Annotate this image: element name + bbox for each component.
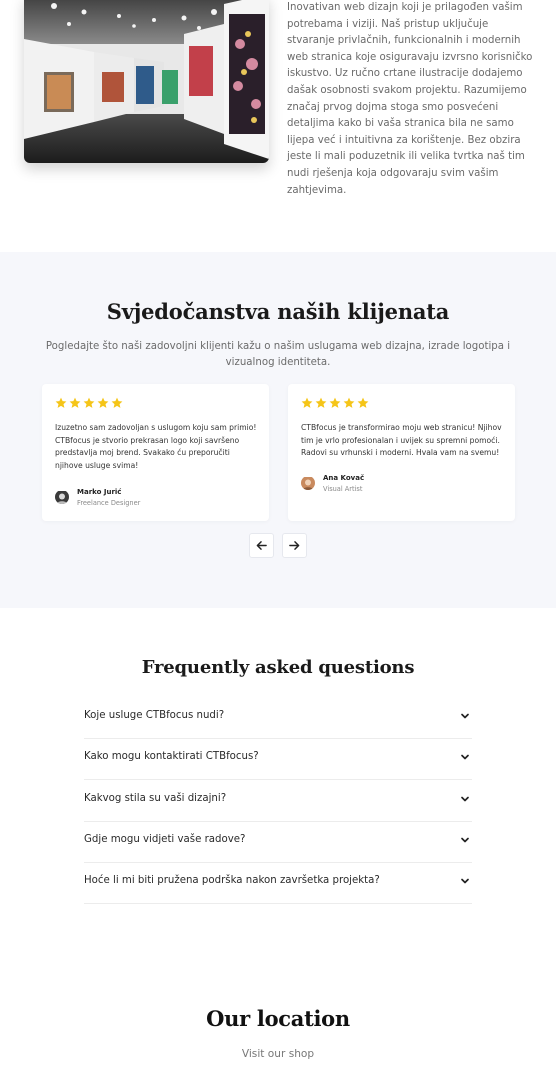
faq-item[interactable]: Koje usluge CTBfocus nudi?	[84, 698, 472, 739]
avatar	[55, 490, 69, 504]
chevron-down-icon	[461, 878, 469, 884]
star-icon	[357, 397, 369, 408]
faq-question: Gdje mogu vidjeti vaše radove?	[84, 834, 246, 845]
star-icon	[329, 397, 341, 408]
faq-question: Kako mogu kontaktirati CTBfocus?	[84, 751, 259, 762]
faq-item[interactable]: Hoće li mi biti pružena podrška nakon za…	[84, 863, 472, 904]
author-name: Marko Jurić	[77, 488, 122, 496]
testimonial-author: Ana Kovač Visual Artist	[301, 474, 501, 493]
gallery-image	[24, 0, 269, 163]
faq-item[interactable]: Kako mogu kontaktirati CTBfocus?	[84, 739, 472, 780]
faq-title: Frequently asked questions	[141, 657, 415, 678]
author-role: Freelance Designer	[77, 499, 141, 507]
testimonials-subtitle: Pogledajte što naši zadovoljni klijenti …	[45, 341, 511, 368]
faq-section: Frequently asked questions Koje usluge C…	[0, 608, 556, 938]
chevron-down-icon	[461, 754, 469, 760]
arrow-right-icon	[289, 541, 300, 550]
author-role: Visual Artist	[323, 485, 363, 493]
faq-item[interactable]: Kakvog stila su vaši dizajni?	[84, 781, 472, 822]
faq-question: Hoće li mi biti pružena podrška nakon za…	[84, 875, 380, 886]
chevron-down-icon	[461, 796, 469, 802]
previous-button[interactable]	[249, 533, 274, 558]
next-button[interactable]	[282, 533, 307, 558]
avatar	[301, 476, 315, 490]
intro-paragraph: Inovativan web dizajn koji je prilagođen…	[287, 2, 533, 196]
faq-question: Koje usluge CTBfocus nudi?	[84, 710, 225, 721]
star-icon	[69, 397, 81, 408]
intro-section: Inovativan web dizajn koji je prilagođen…	[0, 0, 556, 252]
star-icon	[315, 397, 327, 408]
testimonial-author: Marko Jurić Freelance Designer	[55, 488, 255, 507]
star-icon	[55, 397, 67, 408]
star-icon	[301, 397, 313, 408]
testimonial-text: Izuzetno sam zadovoljan s uslugom koju s…	[55, 423, 257, 470]
rating-stars	[55, 397, 123, 411]
star-icon	[97, 397, 109, 408]
rating-stars	[301, 397, 369, 411]
testimonials-title: Svjedočanstva naših klijenata	[106, 299, 450, 324]
star-icon	[111, 397, 123, 408]
location-subtitle: Visit our shop	[241, 1048, 315, 1060]
chevron-down-icon	[461, 837, 469, 843]
testimonial-card: Izuzetno sam zadovoljan s uslugom koju s…	[42, 384, 269, 521]
star-icon	[83, 397, 95, 408]
testimonial-card: CTBfocus je transformirao moju web stran…	[288, 384, 515, 521]
author-name: Ana Kovač	[323, 474, 365, 482]
location-title: Our location	[206, 1006, 350, 1031]
faq-question: Kakvog stila su vaši dizajni?	[84, 793, 227, 804]
arrow-left-icon	[256, 541, 267, 550]
faq-item[interactable]: Gdje mogu vidjeti vaše radove?	[84, 822, 472, 863]
chevron-down-icon	[461, 713, 469, 719]
testimonials-section: Svjedočanstva naših klijenata Pogledajte…	[0, 252, 556, 608]
testimonial-text: CTBfocus je transformirao moju web stran…	[301, 423, 502, 458]
star-icon	[343, 397, 355, 408]
location-section: Our location Visit our shop	[0, 938, 556, 1080]
